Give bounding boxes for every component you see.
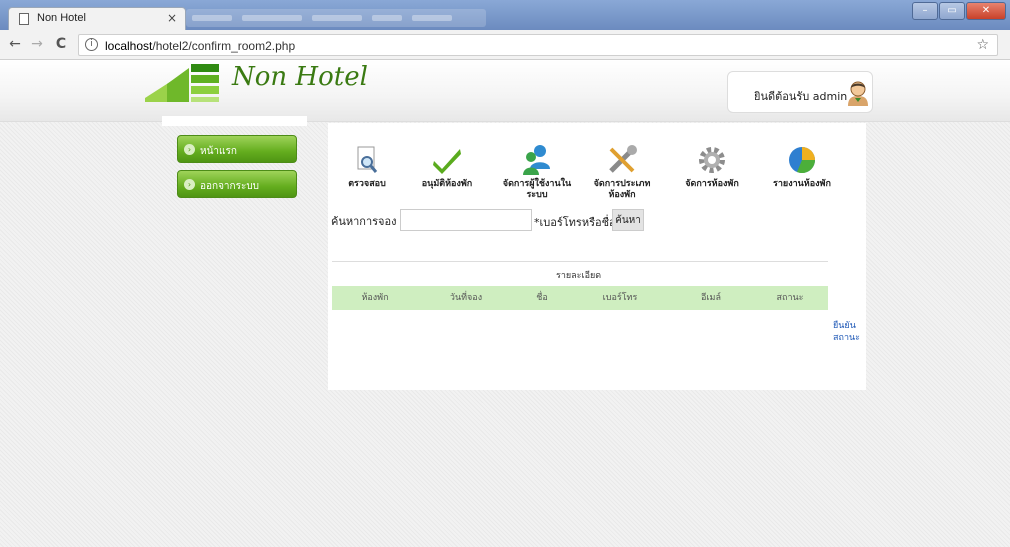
background-tabs[interactable] xyxy=(186,9,486,27)
column-header-date: วันที่จอง xyxy=(449,293,483,303)
window-controls: – ▭ ✕ xyxy=(911,2,1006,20)
nav-item-rooms[interactable]: จัดการห้องพัก xyxy=(677,143,747,190)
welcome-panel: ยินดีต้อนรับ admin xyxy=(727,71,873,113)
chevron-right-icon: › xyxy=(184,179,195,190)
search-label: ค้นหาการจอง xyxy=(331,215,397,228)
welcome-text: ยินดีต้อนรับ admin xyxy=(754,90,848,103)
user-avatar-icon[interactable] xyxy=(846,80,870,106)
column-header-status: สถานะ xyxy=(776,293,804,303)
info-icon[interactable]: i xyxy=(85,38,98,51)
nav-item-check[interactable]: ตรวจสอบ xyxy=(332,143,402,190)
nav-item-label: จัดการผู้ใช้งานในระบบ xyxy=(502,179,572,200)
tab-title: Non Hotel xyxy=(37,12,86,24)
bookmark-star-icon[interactable]: ☆ xyxy=(976,37,989,53)
back-icon[interactable]: ← xyxy=(6,36,24,52)
column-header-email: อีเมล์ xyxy=(701,293,721,303)
reload-icon[interactable]: C xyxy=(52,36,70,52)
minimize-button[interactable]: – xyxy=(912,2,938,20)
nav-item-label: ตรวจสอบ xyxy=(348,179,386,189)
restore-button[interactable]: ▭ xyxy=(939,2,965,20)
search-button[interactable]: ค้นหา xyxy=(612,209,644,231)
sidebar-item-label: หน้าแรก xyxy=(200,146,237,157)
column-header-name: ชื่อ xyxy=(536,293,548,303)
pie-chart-icon xyxy=(789,147,815,173)
nav-item-label: รายงานห้องพัก xyxy=(773,179,831,189)
url-field[interactable]: i localhost/hotel2/confirm_room2.php ☆ xyxy=(78,34,998,56)
nav-item-approve[interactable]: อนุมัติห้องพัก xyxy=(412,143,482,190)
nav-item-room-types[interactable]: จัดการประเภทห้องพัก xyxy=(587,143,657,201)
magnifier-document-icon xyxy=(357,146,378,173)
nav-item-users[interactable]: จัดการผู้ใช้งานในระบบ xyxy=(502,143,572,201)
browser-tabstrip: Non Hotel × – ▭ ✕ xyxy=(0,0,1010,30)
logo-text: Non Hotel xyxy=(232,62,368,92)
logo-icon xyxy=(145,64,219,102)
forward-icon[interactable]: → xyxy=(28,36,46,52)
chevron-right-icon: › xyxy=(184,144,195,155)
sidebar-item-label: ออกจากระบบ xyxy=(200,181,260,192)
table-title: รายละเอียด xyxy=(556,271,602,281)
table-header-row: ห้องพัก วันที่จอง ชื่อ เบอร์โทร อีเมล์ ส… xyxy=(332,286,828,310)
sidebar-top xyxy=(162,116,307,126)
nav-item-label: อนุมัติห้องพัก xyxy=(421,179,473,189)
close-icon[interactable]: × xyxy=(167,11,177,25)
nav-item-report[interactable]: รายงานห้องพัก xyxy=(767,143,837,190)
search-hint: *เบอร์โทรหรือชื่อ xyxy=(534,216,616,229)
nav-item-label: จัดการประเภทห้องพัก xyxy=(593,179,651,200)
column-header-phone: เบอร์โทร xyxy=(602,293,638,303)
nav-item-label: จัดการห้องพัก xyxy=(685,179,739,189)
address-bar: ← → C i localhost/hotel2/confirm_room2.p… xyxy=(0,30,1010,60)
checkmark-icon xyxy=(433,149,461,174)
tools-icon xyxy=(609,145,637,173)
confirm-status-link[interactable]: ยืนยัน สถานะ xyxy=(833,320,860,344)
browser-tab[interactable]: Non Hotel × xyxy=(8,7,186,30)
column-header-room: ห้องพัก xyxy=(361,293,389,303)
gear-icon xyxy=(699,147,725,173)
window-close-button[interactable]: ✕ xyxy=(966,2,1006,20)
url-text: localhost/hotel2/confirm_room2.php xyxy=(105,39,296,53)
sidebar-item-logout[interactable]: › ออกจากระบบ xyxy=(177,170,297,198)
sidebar-item-home[interactable]: › หน้าแรก xyxy=(177,135,297,163)
main-content: ตรวจสอบ อนุมัติห้องพัก จัดการผู้ใช้งานใน… xyxy=(328,123,866,390)
page-icon xyxy=(19,13,29,25)
search-input[interactable] xyxy=(400,209,532,231)
users-icon xyxy=(523,145,550,175)
divider xyxy=(332,261,828,262)
site-header: Non Hotel ยินดีต้อนรับ admin xyxy=(0,60,1010,122)
